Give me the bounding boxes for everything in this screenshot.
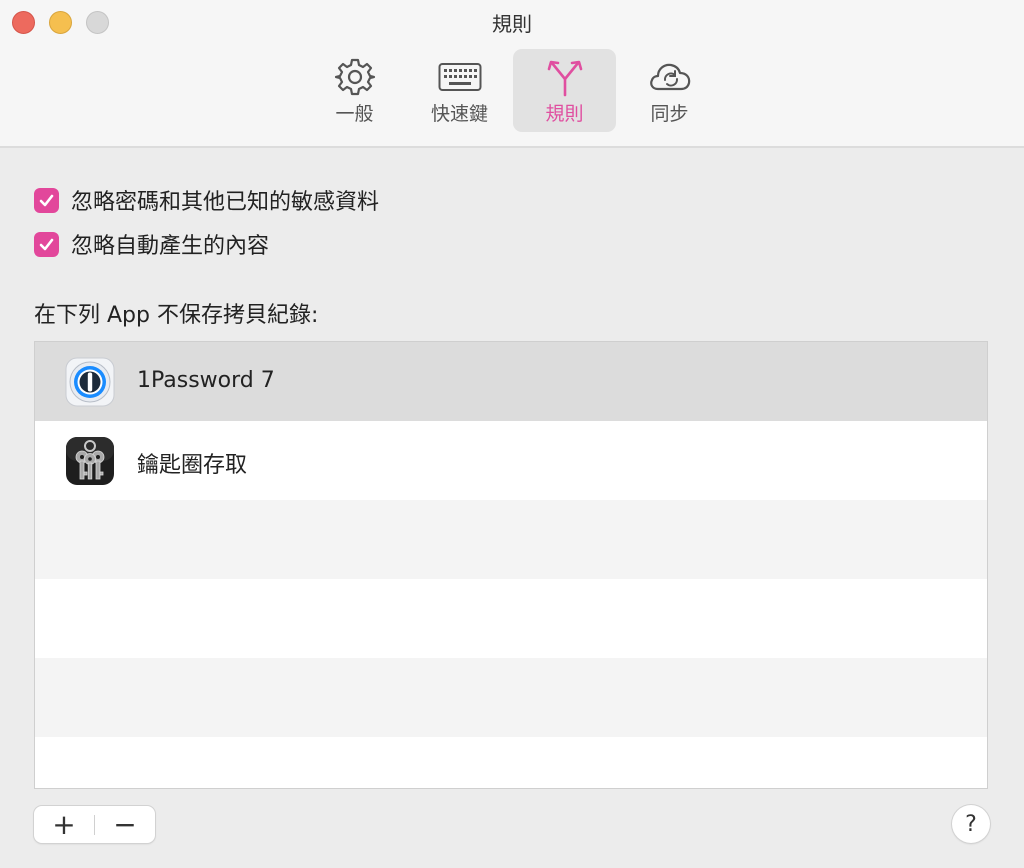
gear-icon	[334, 58, 376, 96]
help-button[interactable]: ?	[952, 805, 990, 843]
add-app-button[interactable]: +	[34, 806, 94, 843]
cloud-sync-icon	[650, 63, 691, 91]
tab-sync[interactable]: 同步	[618, 49, 721, 132]
list-empty-row	[35, 737, 987, 788]
toolbar: 規則 一般 快速鍵 規則 同步	[0, 0, 1024, 148]
1password-icon	[65, 357, 115, 407]
excluded-apps-list[interactable]: 1Password 7 鑰匙圈存取	[34, 341, 988, 789]
window-title: 規則	[492, 12, 532, 36]
add-remove-control: + −	[34, 806, 155, 843]
remove-app-button[interactable]: −	[95, 806, 155, 843]
ignore-sensitive-row[interactable]: 忽略密碼和其他已知的敏感資料	[34, 185, 379, 215]
keyboard-icon	[438, 63, 482, 91]
tab-rules[interactable]: 規則	[513, 49, 616, 132]
tab-shortcuts[interactable]: 快速鍵	[408, 49, 511, 132]
ignore-autogenerated-label: 忽略自動產生的內容	[71, 234, 270, 259]
tab-sync-label: 同步	[650, 103, 689, 125]
ignore-sensitive-label: 忽略密碼和其他已知的敏感資料	[71, 190, 380, 215]
list-empty-row	[35, 500, 987, 579]
app-name: 鑰匙圈存取	[137, 453, 248, 478]
list-item[interactable]: 1Password 7	[35, 342, 987, 421]
checkmark-icon	[39, 238, 54, 250]
tab-general[interactable]: 一般	[303, 49, 406, 132]
ignore-autogenerated-row[interactable]: 忽略自動產生的內容	[34, 229, 269, 259]
ignore-sensitive-checkbox[interactable]	[34, 187, 59, 213]
ignore-autogenerated-checkbox[interactable]	[34, 231, 59, 257]
list-empty-row	[35, 658, 987, 737]
checkmark-icon	[39, 194, 54, 206]
tab-rules-label: 規則	[545, 103, 584, 125]
app-name: 1Password 7	[137, 368, 275, 393]
excluded-apps-heading: 在下列 App 不保存拷貝紀錄:	[34, 303, 319, 328]
preferences-window: 規則 一般 快速鍵 規則 同步 忽略密碼和其他已知的敏感資料 忽略自動產生的內容…	[0, 0, 1024, 868]
branch-icon	[547, 60, 583, 97]
list-empty-row	[35, 579, 987, 658]
list-item[interactable]: 鑰匙圈存取	[35, 421, 987, 500]
keychain-access-icon	[66, 437, 114, 485]
tab-shortcuts-label: 快速鍵	[430, 103, 488, 125]
tab-general-label: 一般	[335, 103, 374, 125]
